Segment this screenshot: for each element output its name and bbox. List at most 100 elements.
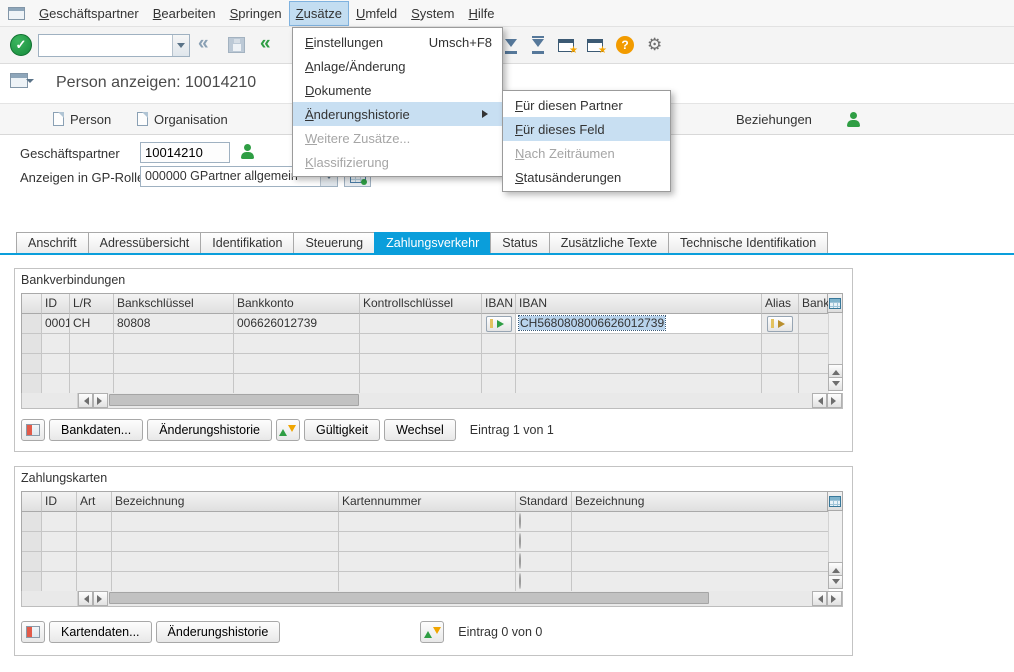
row-selector[interactable]	[22, 532, 42, 552]
back-icon[interactable]: «	[260, 33, 271, 55]
scroll-right-button[interactable]	[827, 591, 842, 606]
organisation-button[interactable]: Organisation	[132, 104, 233, 134]
header-cell[interactable]: Kartennummer	[339, 492, 516, 512]
header-cell[interactable]: Standard	[516, 492, 572, 512]
cell-id[interactable]: 0001	[42, 314, 70, 334]
standard-radio[interactable]	[519, 533, 521, 549]
header-cell[interactable]: Bezeichnung	[112, 492, 339, 512]
header-cell[interactable]: Bank	[799, 294, 829, 314]
tab-status[interactable]: Status	[490, 232, 549, 253]
command-dropdown[interactable]	[172, 35, 189, 56]
cell-bank[interactable]	[799, 314, 829, 334]
menu-springen[interactable]: Springen	[223, 1, 289, 26]
row-selector[interactable]	[22, 552, 42, 572]
command-input[interactable]	[39, 35, 172, 56]
save-icon[interactable]	[228, 37, 245, 53]
scroll-down-button[interactable]	[828, 575, 843, 589]
aenderungshistorie-button[interactable]: Änderungshistorie	[147, 419, 272, 441]
header-cell[interactable]: L/R	[70, 294, 114, 314]
new-session-icon[interactable]: ★	[558, 39, 574, 52]
window-menu-icon[interactable]	[10, 73, 28, 88]
alias-detail-button[interactable]	[767, 316, 793, 332]
aenderungshistorie-button[interactable]: Änderungshistorie	[156, 621, 281, 643]
menu-zusaetze[interactable]: Zusätze	[289, 1, 349, 26]
partner-input[interactable]	[140, 142, 230, 163]
header-cell[interactable]	[22, 294, 42, 314]
menu-item-dokumente[interactable]: Dokumente	[293, 78, 502, 102]
scroll-up-button[interactable]	[828, 364, 843, 378]
kartendaten-button[interactable]: Kartendaten...	[49, 621, 152, 643]
last-page-icon[interactable]	[531, 37, 545, 54]
header-cell[interactable]: Kontrollschlüssel	[360, 294, 482, 314]
tab-zusaetzliche-texte[interactable]: Zusätzliche Texte	[549, 232, 669, 253]
scroll-right-button[interactable]	[827, 393, 842, 408]
header-cell[interactable]: Art	[77, 492, 112, 512]
bankdaten-button[interactable]: Bankdaten...	[49, 419, 143, 441]
collapse-icon[interactable]: «	[198, 33, 209, 55]
tab-anschrift[interactable]: Anschrift	[16, 232, 89, 253]
customize-icon[interactable]: ⚙	[647, 36, 662, 54]
scroll-up-button[interactable]	[828, 562, 843, 576]
person-button[interactable]: Person	[48, 104, 116, 134]
row-selector[interactable]	[22, 572, 42, 592]
menu-umfeld[interactable]: Umfeld	[349, 1, 404, 26]
scroll-left-button[interactable]	[812, 591, 827, 606]
standard-radio[interactable]	[519, 553, 521, 569]
scrollbar-thumb[interactable]	[109, 592, 709, 604]
menu-item-anlage-aenderung[interactable]: Anlage/Änderung	[293, 54, 502, 78]
menu-system[interactable]: System	[404, 1, 461, 26]
beziehungen-button[interactable]: Beziehungen	[731, 104, 817, 134]
row-selector[interactable]	[22, 354, 42, 374]
row-selector[interactable]	[22, 374, 42, 394]
header-cell[interactable]: Bankschlüssel	[114, 294, 234, 314]
standard-radio[interactable]	[519, 513, 521, 529]
menu-item-aenderungshistorie[interactable]: Änderungshistorie	[293, 102, 502, 126]
menu-hilfe[interactable]: Hilfe	[461, 1, 501, 26]
scroll-left-button[interactable]	[812, 393, 827, 408]
tab-zahlungsverkehr[interactable]: Zahlungsverkehr	[374, 232, 491, 253]
scrollbar-track[interactable]	[108, 393, 812, 408]
submenu-item-statusaenderungen[interactable]: Statusänderungen	[503, 165, 670, 189]
scroll-right-button[interactable]	[93, 393, 108, 408]
help-icon[interactable]: ?	[616, 36, 634, 54]
menu-geschaeftspartner[interactable]: Geschäftspartner	[32, 1, 146, 26]
tab-identifikation[interactable]: Identifikation	[200, 232, 294, 253]
row-selector[interactable]	[22, 314, 42, 334]
cell-kontrollschluessel[interactable]	[360, 314, 482, 334]
table-menu-button[interactable]	[21, 419, 45, 441]
iban-selected-text[interactable]: CH5680808006626012739	[519, 316, 665, 330]
cell-bankkonto[interactable]: 006626012739	[234, 314, 360, 334]
cell-bankschluessel[interactable]: 80808	[114, 314, 234, 334]
page-down-icon[interactable]	[504, 37, 518, 54]
cell-lr[interactable]: CH	[70, 314, 114, 334]
scroll-down-button[interactable]	[828, 377, 843, 391]
row-selector[interactable]	[22, 334, 42, 354]
iban-detail-button[interactable]	[486, 316, 512, 332]
header-cell[interactable]: ID	[42, 294, 70, 314]
create-shortcut-icon[interactable]: ★	[587, 39, 603, 52]
command-field[interactable]	[38, 34, 190, 57]
submenu-item-fuer-diesen-partner[interactable]: Für diesen Partner	[503, 93, 670, 117]
header-cell[interactable]: Bezeichnung	[572, 492, 829, 512]
header-cell[interactable]	[22, 492, 42, 512]
standard-radio[interactable]	[519, 573, 521, 589]
table-menu-button[interactable]	[21, 621, 45, 643]
row-selector[interactable]	[22, 512, 42, 532]
scrollbar-thumb[interactable]	[109, 394, 359, 406]
gueltigkeit-button[interactable]: Gültigkeit	[304, 419, 380, 441]
scrollbar-track[interactable]	[108, 591, 812, 606]
header-cell[interactable]: Alias	[762, 294, 799, 314]
scrollbar-track[interactable]	[828, 313, 843, 365]
enter-check-icon[interactable]: ✓	[10, 34, 32, 56]
scroll-right-button[interactable]	[93, 591, 108, 606]
header-cell[interactable]: IBAN	[516, 294, 762, 314]
menu-item-einstellungen[interactable]: Einstellungen Umsch+F8	[293, 30, 502, 54]
relationships-person-button[interactable]	[841, 104, 866, 134]
cell-iban[interactable]: CH5680808006626012739	[516, 314, 762, 334]
menu-bearbeiten[interactable]: Bearbeiten	[146, 1, 223, 26]
tab-technische-identifikation[interactable]: Technische Identifikation	[668, 232, 828, 253]
table-settings-button[interactable]	[828, 491, 843, 511]
history-navigate-button[interactable]	[420, 621, 444, 643]
scroll-left-button[interactable]	[78, 591, 93, 606]
header-cell[interactable]: Bankkonto	[234, 294, 360, 314]
